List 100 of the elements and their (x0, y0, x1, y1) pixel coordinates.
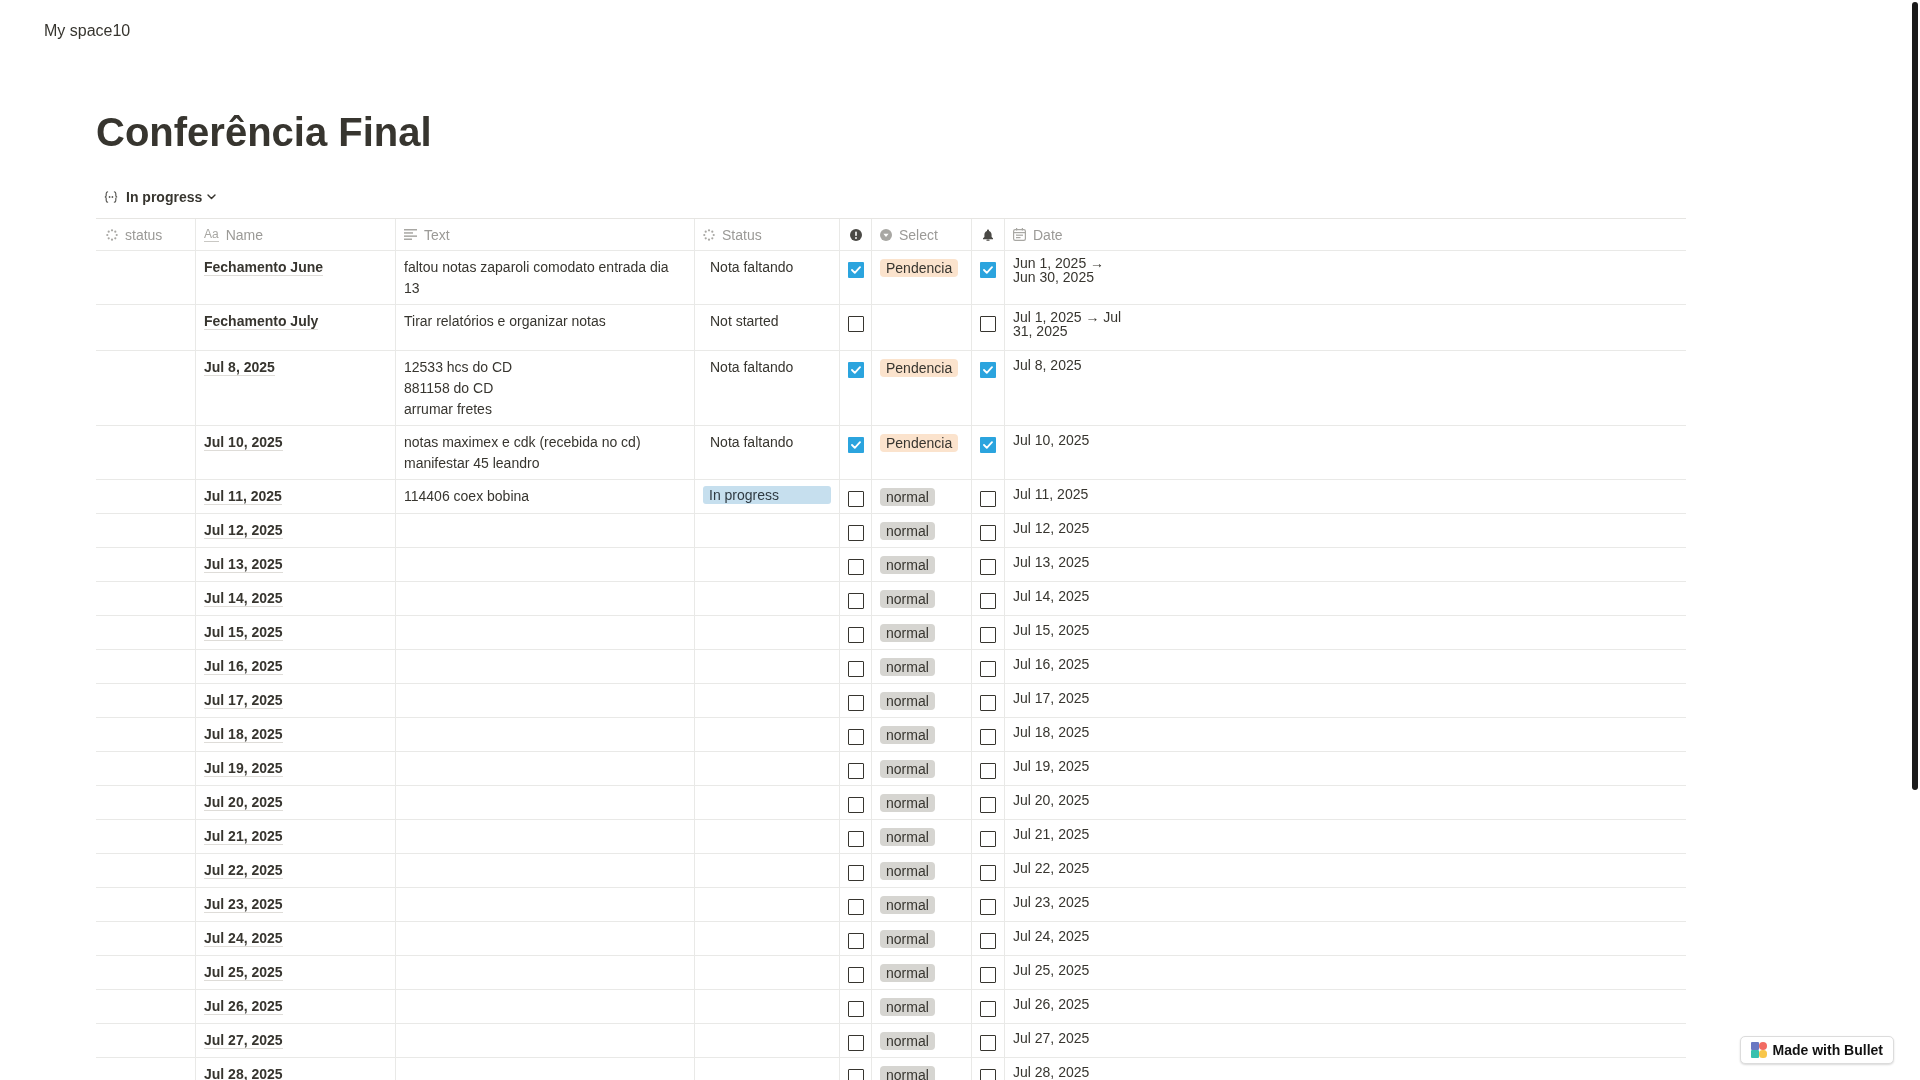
date-text: Jul 21, 2025 (1013, 827, 1090, 841)
row-title-link[interactable]: Jul 24, 2025 (204, 930, 283, 947)
checkbox[interactable] (980, 559, 996, 575)
status-text: Not started (710, 312, 779, 331)
checkbox[interactable] (847, 262, 864, 278)
checkbox[interactable] (980, 1035, 996, 1051)
checkbox[interactable] (980, 967, 996, 983)
select-tag: Pendencia (880, 359, 959, 377)
date-text: Jul 23, 2025 (1013, 895, 1090, 909)
date-text: Jul 14, 2025 (1013, 589, 1090, 603)
select-tag: normal (880, 624, 935, 642)
checkbox[interactable] (980, 729, 996, 745)
select-tag: normal (880, 556, 935, 574)
checkbox[interactable] (847, 1069, 864, 1080)
row-text: notas maximex e cdk (recebida no cd) manifestar 45 leandro (404, 433, 642, 473)
row-title-link[interactable]: Jul 8, 2025 (204, 359, 275, 376)
checkbox[interactable] (980, 695, 996, 711)
select-tag: normal (880, 522, 935, 540)
date-text: Jul 18, 2025 (1013, 725, 1090, 739)
row-title-link[interactable]: Jul 26, 2025 (204, 998, 283, 1015)
row-title-link[interactable]: Jul 27, 2025 (204, 1032, 283, 1049)
row-title-link[interactable]: Jul 25, 2025 (204, 964, 283, 981)
checkbox[interactable] (847, 865, 864, 881)
checkbox[interactable] (847, 763, 864, 779)
status-text: Nota faltando (710, 358, 794, 377)
select-tag: normal (880, 1032, 935, 1050)
view-selector-button[interactable]: In progress (102, 187, 219, 207)
checkbox[interactable] (980, 262, 996, 278)
checkbox[interactable] (847, 661, 864, 677)
alert-icon (849, 228, 862, 241)
row-title-link[interactable]: Fechamento June (204, 259, 324, 276)
checkbox[interactable] (980, 627, 996, 643)
row-title-link[interactable]: Jul 18, 2025 (204, 726, 283, 743)
caret-circle-icon (880, 228, 892, 241)
row-title-link[interactable]: Jul 11, 2025 (204, 488, 282, 505)
made-with-badge[interactable]: Made with Bullet (1739, 1036, 1894, 1064)
row-title-link[interactable]: Jul 15, 2025 (204, 624, 283, 641)
checkbox[interactable] (980, 661, 996, 677)
checkbox[interactable] (847, 437, 864, 453)
checkmark-icon (850, 366, 861, 374)
date-text: Jul 27, 2025 (1013, 1031, 1090, 1045)
checkbox[interactable] (847, 797, 864, 813)
checkbox[interactable] (980, 491, 996, 507)
checkbox[interactable] (847, 362, 864, 378)
select-tag: normal (880, 1066, 935, 1080)
checkbox[interactable] (980, 316, 996, 332)
row-title-link[interactable]: Jul 14, 2025 (204, 590, 283, 607)
checkbox[interactable] (980, 437, 996, 453)
row-title-link[interactable]: Jul 17, 2025 (204, 692, 283, 709)
row-title-link[interactable]: Jul 10, 2025 (204, 434, 283, 451)
checkmark-icon (983, 441, 993, 449)
status-text: Nota faltando (710, 433, 794, 452)
row-title-link[interactable]: Jul 16, 2025 (204, 658, 283, 675)
checkbox[interactable] (847, 933, 864, 949)
checkbox[interactable] (847, 695, 864, 711)
checkbox[interactable] (847, 525, 864, 541)
logo-icon (1750, 1042, 1767, 1058)
scrollbar-thumb[interactable] (1912, 2, 1918, 790)
checkbox[interactable] (980, 933, 996, 949)
row-title-link[interactable]: Jul 19, 2025 (204, 760, 283, 777)
date-text: Jul 28, 2025 (1013, 1065, 1090, 1079)
checkbox[interactable] (847, 967, 864, 983)
checkbox[interactable] (980, 593, 996, 609)
calendar-icon (1013, 228, 1026, 241)
row-text: Tirar relatórios e organizar notas (404, 312, 607, 331)
row-title-link[interactable]: Jul 21, 2025 (204, 828, 283, 845)
checkbox[interactable] (847, 1001, 864, 1017)
checkbox[interactable] (847, 1035, 864, 1051)
checkbox[interactable] (980, 899, 996, 915)
checkbox[interactable] (980, 797, 996, 813)
checkbox[interactable] (847, 491, 864, 507)
checkbox[interactable] (847, 729, 864, 745)
checkmark-icon (850, 266, 861, 274)
row-title-link[interactable]: Jul 12, 2025 (204, 522, 283, 539)
row-title-link[interactable]: Jul 13, 2025 (204, 556, 283, 573)
select-tag: normal (880, 896, 935, 914)
checkbox[interactable] (980, 865, 996, 881)
checkbox[interactable] (847, 316, 864, 332)
date-text: Jul 16, 2025 (1013, 657, 1090, 671)
row-title-link[interactable]: Jul 20, 2025 (204, 794, 283, 811)
status-tag: In progress (703, 486, 831, 504)
checkbox[interactable] (980, 763, 996, 779)
checkbox[interactable] (847, 831, 864, 847)
checkbox[interactable] (847, 899, 864, 915)
checkbox[interactable] (980, 1001, 996, 1017)
row-title-link[interactable]: Jul 22, 2025 (204, 862, 283, 879)
checkbox[interactable] (847, 559, 864, 575)
checkbox[interactable] (980, 831, 996, 847)
date-text: Jul 12, 2025 (1013, 521, 1090, 535)
checkbox[interactable] (980, 525, 996, 541)
date-text: Jul 17, 2025 (1013, 691, 1090, 705)
checkbox[interactable] (980, 362, 996, 378)
workspace-title[interactable]: My space10 (44, 21, 131, 41)
date-text: Jul 25, 2025 (1013, 963, 1090, 977)
checkbox[interactable] (847, 627, 864, 643)
row-text: 12533 hcs do CD 881158 do CD arrumar fretes (404, 358, 514, 419)
row-title-link[interactable]: Fechamento July (204, 313, 319, 330)
row-title-link[interactable]: Jul 23, 2025 (204, 896, 283, 913)
lines-icon (404, 229, 417, 240)
checkbox[interactable] (847, 593, 864, 609)
